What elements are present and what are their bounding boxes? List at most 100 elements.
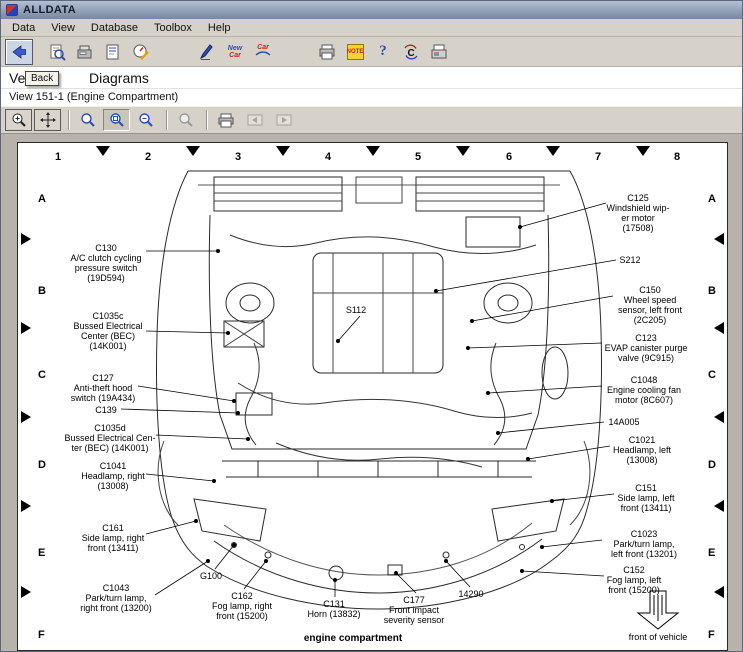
component-label-c139: C139 [95, 405, 117, 415]
next-view-button[interactable] [270, 109, 297, 131]
leader-dot-c1035d [246, 437, 249, 440]
grid-column-4: 4 [325, 151, 331, 163]
leader-dot-s112 [336, 339, 339, 342]
grid-row-a-right: A [708, 193, 716, 205]
component-label-c130: C130A/C clutch cyclingpressure switch(19… [70, 243, 141, 283]
component-label-c1035c: C1035cBussed ElectricalCenter (BEC)(14K0… [73, 311, 142, 351]
back-button[interactable] [5, 39, 33, 65]
menu-item-data[interactable]: Data [4, 20, 43, 36]
grid-column-5: 5 [415, 151, 421, 163]
previous-view-button[interactable] [241, 109, 268, 131]
print-button[interactable] [313, 39, 341, 65]
leader-dot-c130 [216, 249, 219, 252]
component-label-l14290: 14290 [458, 589, 483, 599]
leader-dot-c123 [466, 346, 469, 349]
pan-button[interactable] [34, 109, 61, 131]
grid-row-c-right: C [708, 369, 716, 381]
leader-line-c1035d [156, 435, 248, 439]
back-arrow-icon [10, 43, 28, 61]
grid-marker-top-3 [276, 146, 290, 156]
leader-dot-c125 [518, 225, 521, 228]
grid-row-c-left: C [38, 369, 46, 381]
zoom-dynamic-button[interactable] [103, 109, 130, 131]
zoom-all-button[interactable] [172, 109, 199, 131]
component-label-c1043: C1043Park/turn lamp,right front (13200) [80, 583, 152, 613]
leader-dot-g100 [232, 543, 235, 546]
notes-pen-button[interactable] [193, 39, 221, 65]
zoom-in-button[interactable] [5, 109, 32, 131]
leader-dot-c1035c [226, 331, 229, 334]
component-label-c151: C151Side lamp, leftfront (13411) [617, 483, 674, 513]
leader-line-c125 [520, 203, 606, 227]
new-car-button[interactable]: New Car [221, 39, 249, 65]
vehicle-search-button[interactable] [43, 39, 71, 65]
tab-vehicle-partial[interactable]: Ve [9, 70, 25, 86]
labor-gauge-button[interactable] [127, 39, 155, 65]
grid-marker-left-1 [21, 233, 31, 245]
grid-row-d-left: D [38, 459, 46, 471]
window-title: ALLDATA [23, 4, 76, 16]
leader-dot-c1043 [206, 559, 209, 562]
back-tooltip: Back [25, 71, 59, 86]
component-label-c125: C125Windshield wip-er motor(17508) [606, 193, 669, 233]
car-button[interactable]: Car [249, 39, 277, 65]
zoom-window-button[interactable] [74, 109, 101, 131]
zoom-out-icon [138, 112, 154, 128]
leader-line-c177 [396, 573, 416, 593]
estimate-button[interactable] [99, 39, 127, 65]
leader-line-c123 [468, 343, 602, 348]
component-label-c177: C177Front impactseverity sensor [384, 595, 445, 625]
leader-dot-l14a005 [496, 431, 499, 434]
tab-diagrams[interactable]: Diagrams [89, 70, 149, 86]
menu-item-view[interactable]: View [43, 20, 83, 36]
grid-row-e-right: E [708, 547, 715, 559]
diagram-caption: engine compartment [304, 633, 402, 644]
component-label-c152: C152Fog lamp, leftfront (15200) [607, 565, 662, 595]
refresh-button[interactable]: C [397, 39, 425, 65]
leader-dot-s212 [434, 289, 437, 292]
menu-item-database[interactable]: Database [83, 20, 146, 36]
zoom-window-icon [80, 112, 96, 128]
menu-item-toolbox[interactable]: Toolbox [146, 20, 200, 36]
component-label-g100: G100 [200, 571, 222, 581]
component-label-c127: C127Anti-theft hoodswitch (19A434) [71, 373, 136, 403]
grid-column-2: 2 [145, 151, 151, 163]
leader-line-c150 [472, 296, 613, 321]
leader-dot-c151 [550, 499, 553, 502]
leader-dot-c161 [194, 519, 197, 522]
grid-row-e-left: E [38, 547, 45, 559]
leader-line-c1048 [488, 386, 602, 393]
grid-marker-left-3 [21, 411, 31, 423]
menu-item-help[interactable]: Help [200, 20, 239, 36]
leader-line-c1041 [146, 474, 214, 481]
diagram-canvas[interactable]: engine compartment front of vehicle 1234… [1, 134, 742, 651]
leader-dot-c131 [333, 578, 336, 581]
fax-button[interactable] [425, 39, 453, 65]
component-label-c162: C162Fog lamp, rightfront (15200) [212, 591, 272, 621]
zoom-dynamic-icon [109, 112, 125, 128]
note-button[interactable]: NOTE [341, 39, 369, 65]
leader-line-s212 [436, 260, 616, 291]
register-icon [76, 43, 94, 61]
grid-column-3: 3 [235, 151, 241, 163]
repair-info-button[interactable] [71, 39, 99, 65]
component-label-s212: S212 [619, 255, 640, 265]
leader-dot-c1023 [540, 545, 543, 548]
next-view-icon [276, 112, 292, 128]
leader-line-c161 [146, 521, 196, 534]
diagram-page: engine compartment front of vehicle 1234… [17, 142, 728, 651]
grid-marker-right-3 [714, 411, 724, 423]
leader-line-s112 [338, 316, 360, 341]
estimate-doc-icon [104, 43, 122, 61]
component-label-c1021: C1021Headlamp, left(13008) [613, 435, 671, 465]
alldata-window: ALLDATA DataViewDatabaseToolboxHelp New … [0, 0, 743, 652]
main-toolbar: New Car Car NOTE ? C [1, 37, 742, 67]
help-button[interactable]: ? [369, 39, 397, 65]
grid-row-b-left: B [38, 285, 46, 297]
leader-dot-c1021 [526, 457, 529, 460]
zoom-out-button[interactable] [132, 109, 159, 131]
new-car-icon: New Car [228, 45, 242, 59]
print-view-button[interactable] [212, 109, 239, 131]
zoom-all-icon [178, 112, 194, 128]
pan-arrows-icon [40, 112, 56, 128]
